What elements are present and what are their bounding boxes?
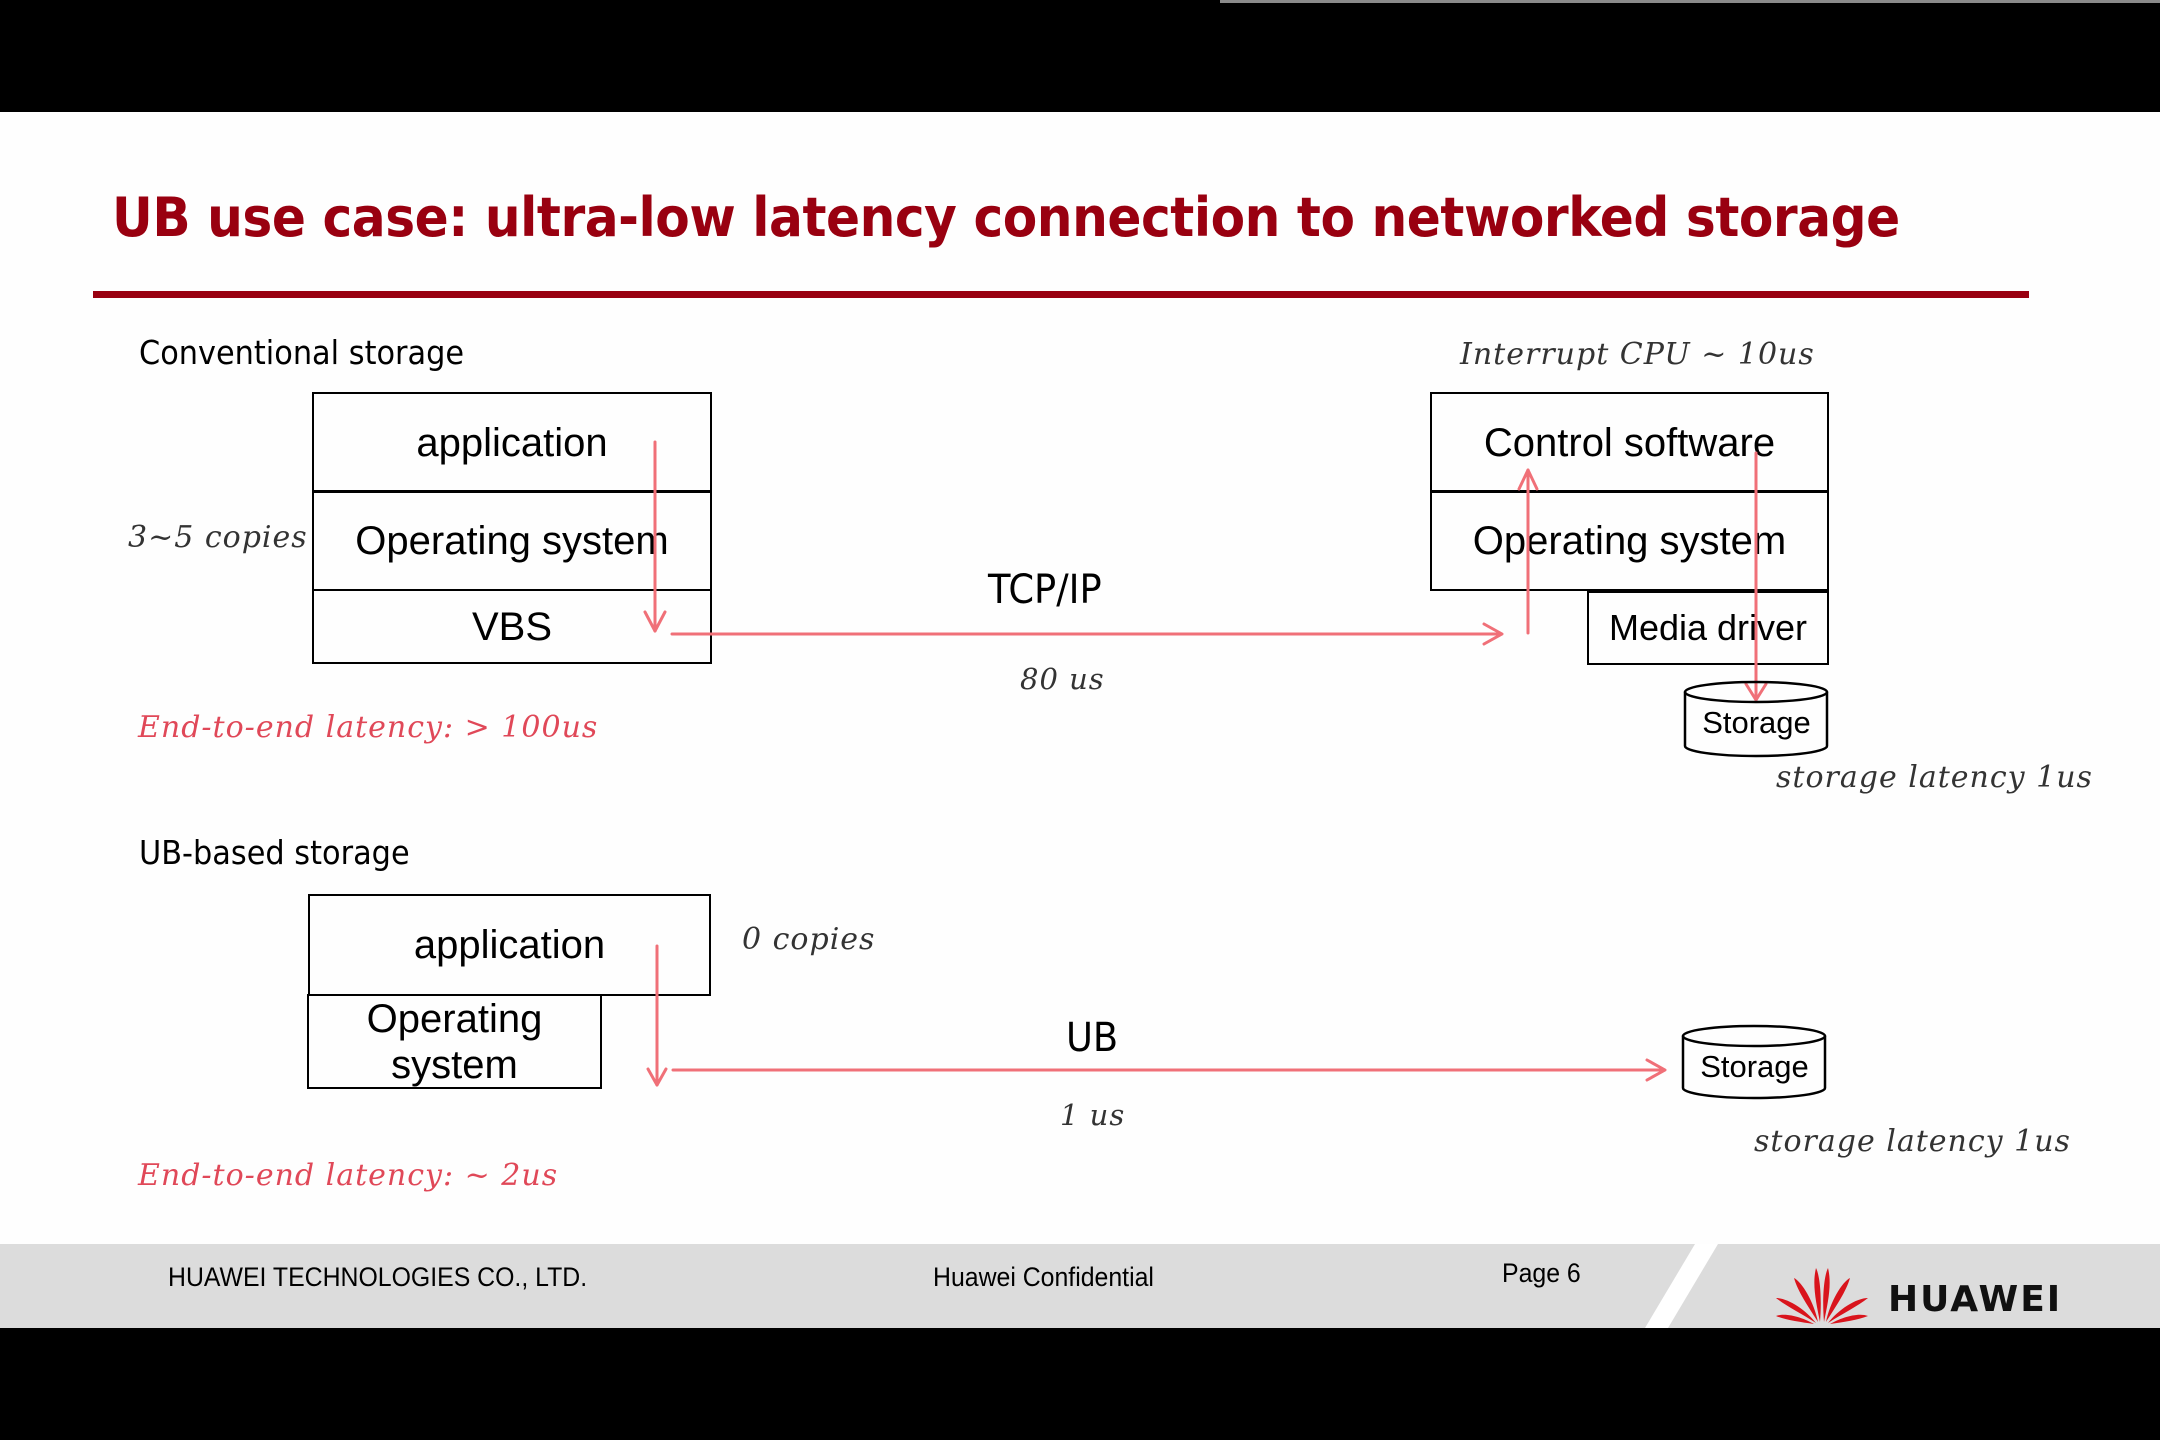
conv-storage-latency: storage latency 1us	[1776, 760, 2093, 795]
conventional-section-label: Conventional storage	[139, 333, 465, 372]
ub-end-to-end-latency: End-to-end latency: ~ 2us	[138, 1158, 559, 1193]
ub-link-latency: 1 us	[1060, 1098, 1126, 1132]
server-os-layer: Operating system	[1430, 490, 1829, 591]
footer-company: HUAWEI TECHNOLOGIES CO., LTD.	[168, 1262, 588, 1292]
tcpip-label: TCP/IP	[988, 567, 1102, 613]
tcpip-latency: 80 us	[1020, 662, 1105, 696]
conv-os-layer: Operating system	[312, 490, 712, 591]
ub-storage-latency: storage latency 1us	[1754, 1124, 2071, 1159]
ub-link-label: UB	[1066, 1015, 1119, 1061]
media-driver-label: Media driver	[1608, 607, 1808, 649]
media-driver-box: Media driver	[1587, 591, 1829, 665]
ub-os-layer: Operating system	[307, 994, 602, 1089]
slide-title: UB use case: ultra-low latency connectio…	[112, 186, 1900, 249]
ub-section-label: UB-based storage	[139, 833, 410, 872]
interrupt-cpu-note: Interrupt CPU ~ 10us	[1460, 337, 1815, 372]
server-os-label: Operating system	[1472, 518, 1787, 563]
huawei-logo-text: HUAWEI	[1888, 1279, 2063, 1320]
conv-copies-note: 3~5 copies	[128, 520, 308, 555]
ub-os-label: Operating system	[366, 996, 543, 1087]
ub-application-label: application	[413, 923, 606, 967]
footer-page-number: Page 6	[1502, 1258, 1581, 1288]
ub-copies-note: 0 copies	[742, 922, 876, 957]
conv-vbs-label: VBS	[471, 604, 553, 649]
ub-storage-label: Storage	[1700, 1049, 1809, 1084]
conv-os-label: Operating system	[355, 518, 669, 563]
conv-vbs-layer: VBS	[312, 589, 712, 664]
conv-application-label: application	[416, 420, 608, 465]
conv-storage-label: Storage	[1702, 705, 1811, 740]
conv-application-layer: application	[312, 392, 712, 493]
huawei-petal-logo-icon	[1776, 1268, 1868, 1324]
control-software-label: Control software	[1483, 420, 1776, 465]
conv-end-to-end-latency: End-to-end latency: > 100us	[138, 710, 599, 745]
control-software-layer: Control software	[1430, 392, 1829, 493]
window-top-edge	[1220, 0, 2160, 3]
title-underline	[93, 291, 2029, 298]
footer-confidential: Huawei Confidential	[933, 1262, 1154, 1292]
ub-application-layer: application	[308, 894, 711, 996]
